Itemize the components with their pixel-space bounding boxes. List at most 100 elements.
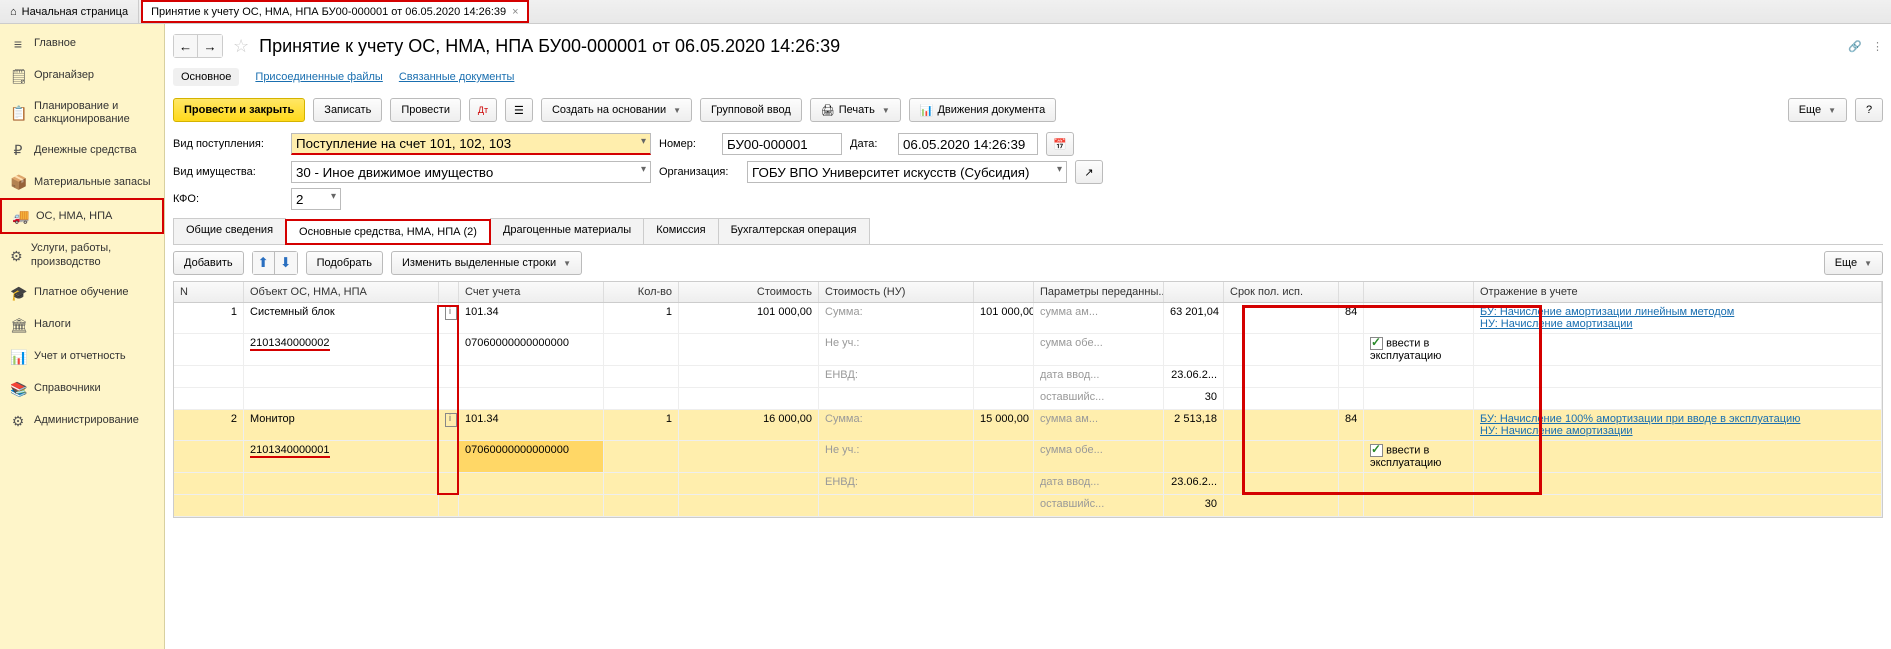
- org-field[interactable]: [747, 161, 1067, 183]
- property-type-field[interactable]: [291, 161, 651, 183]
- tab-bookop[interactable]: Бухгалтерская операция: [718, 218, 870, 244]
- cell: [1164, 441, 1224, 472]
- kfo-field[interactable]: [291, 188, 341, 210]
- page-title: Принятие к учету ОС, НМА, НПА БУ00-00000…: [259, 36, 840, 57]
- cell: [604, 495, 679, 516]
- nav-money[interactable]: ₽Денежные средства: [0, 134, 164, 166]
- nav-main[interactable]: ≡Главное: [0, 28, 164, 60]
- move-down-button[interactable]: ⬇: [275, 252, 297, 274]
- col-params-val[interactable]: [1164, 282, 1224, 302]
- more-icon[interactable]: ⋮: [1872, 40, 1883, 53]
- tab-commission[interactable]: Комиссия: [643, 218, 718, 244]
- nav-reports[interactable]: 📊Учет и отчетность: [0, 341, 164, 373]
- org-open-button[interactable]: ↗: [1075, 160, 1103, 184]
- favorite-icon[interactable]: ☆: [233, 36, 249, 57]
- tab-home[interactable]: ⌂ Начальная страница: [0, 0, 139, 23]
- group-input-button[interactable]: Групповой ввод: [700, 98, 802, 122]
- col-costnu-val[interactable]: [974, 282, 1034, 302]
- cell: [974, 441, 1034, 472]
- col-params[interactable]: Параметры переданны...: [1034, 282, 1164, 302]
- tab-os-nma-npa[interactable]: Основные средства, НМА, НПА (2): [285, 219, 491, 245]
- print-button[interactable]: 🖨Печать▼: [810, 98, 901, 122]
- inner-tabbar: Общие сведения Основные средства, НМА, Н…: [173, 218, 1883, 245]
- table-row[interactable]: ЕНВД:дата ввод...23.06.2...: [174, 366, 1882, 388]
- dtkt-button[interactable]: Дт: [469, 98, 497, 122]
- post-button[interactable]: Провести: [390, 98, 461, 122]
- nav-services[interactable]: ⚙Услуги, работы, производство: [0, 234, 164, 276]
- col-object[interactable]: Объект ОС, НМА, НПА: [244, 282, 439, 302]
- move-up-button[interactable]: ⬆: [253, 252, 275, 274]
- table-row[interactable]: 210134000000207060000000000000Не уч.:сум…: [174, 334, 1882, 366]
- subnav-linked[interactable]: Связанные документы: [399, 71, 515, 83]
- col-srok[interactable]: Срок пол. исп.: [1224, 282, 1339, 302]
- card-icon[interactable]: [445, 306, 457, 320]
- col-card[interactable]: [439, 282, 459, 302]
- date-field[interactable]: [898, 133, 1038, 155]
- cell: ЕНВД:: [819, 366, 974, 387]
- nav-organizer[interactable]: 🗒Органайзер: [0, 60, 164, 92]
- forward-button[interactable]: →: [198, 35, 222, 57]
- nav-materials[interactable]: 📦Материальные запасы: [0, 166, 164, 198]
- col-account[interactable]: Счет учета: [459, 282, 604, 302]
- cell: сумма обе...: [1034, 441, 1164, 472]
- tab-precious[interactable]: Драгоценные материалы: [490, 218, 644, 244]
- tab-document[interactable]: Принятие к учету ОС, НМА, НПА БУ00-00000…: [141, 0, 529, 23]
- receipt-type-field[interactable]: [291, 133, 651, 155]
- more-button[interactable]: Еще▼: [1788, 98, 1847, 122]
- cell: [1339, 473, 1364, 494]
- col-inservice[interactable]: [1364, 282, 1474, 302]
- add-button[interactable]: Добавить: [173, 251, 244, 275]
- subnav-main[interactable]: Основное: [173, 68, 239, 86]
- create-from-button[interactable]: Создать на основании▼: [541, 98, 692, 122]
- reflection-link[interactable]: НУ: Начисление амортизации: [1480, 318, 1633, 330]
- tab-general[interactable]: Общие сведения: [173, 218, 286, 244]
- nav-taxes[interactable]: 🏛Налоги: [0, 309, 164, 341]
- table-row[interactable]: оставшийс...30: [174, 495, 1882, 517]
- col-reflection[interactable]: Отражение в учете: [1474, 282, 1882, 302]
- col-costnu[interactable]: Стоимость (НУ): [819, 282, 974, 302]
- nav-os-nma-npa[interactable]: 🚚ОС, НМА, НПА: [0, 198, 164, 234]
- reflection-link[interactable]: БУ: Начисление амортизации линейным мето…: [1480, 306, 1734, 318]
- in-service-checkbox[interactable]: [1370, 444, 1383, 457]
- cell: [459, 388, 604, 409]
- table-row[interactable]: ЕНВД:дата ввод...23.06.2...: [174, 473, 1882, 495]
- help-button[interactable]: ?: [1855, 98, 1883, 122]
- nav-directories[interactable]: 📚Справочники: [0, 373, 164, 405]
- col-srok-val[interactable]: [1339, 282, 1364, 302]
- reflection-link[interactable]: НУ: Начисление амортизации: [1480, 425, 1633, 437]
- nav-planning[interactable]: 📋Планирование и санкционирование: [0, 92, 164, 134]
- col-n[interactable]: N: [174, 282, 244, 302]
- number-field[interactable]: [722, 133, 842, 155]
- col-qty[interactable]: Кол-во: [604, 282, 679, 302]
- post-close-button[interactable]: Провести и закрыть: [173, 98, 305, 122]
- structure-button[interactable]: ☰: [505, 98, 533, 122]
- table-row[interactable]: оставшийс...30: [174, 388, 1882, 410]
- back-button[interactable]: ←: [174, 35, 198, 57]
- write-button[interactable]: Записать: [313, 98, 382, 122]
- pick-button[interactable]: Подобрать: [306, 251, 383, 275]
- nav-label: Справочники: [34, 382, 101, 395]
- card-icon[interactable]: [445, 413, 457, 427]
- table-row[interactable]: 1Системный блок101.341101 000,00Сумма:10…: [174, 303, 1882, 334]
- link-icon[interactable]: 🔗: [1848, 40, 1862, 53]
- subnav-files[interactable]: Присоединенные файлы: [255, 71, 382, 83]
- cell: [1339, 495, 1364, 516]
- in-service-checkbox[interactable]: [1370, 337, 1383, 350]
- cell: [974, 334, 1034, 365]
- movements-button[interactable]: 📊Движения документа: [909, 98, 1057, 122]
- nav-education[interactable]: 🎓Платное обучение: [0, 277, 164, 309]
- nav-admin[interactable]: ⚙Администрирование: [0, 405, 164, 437]
- reflection-link[interactable]: БУ: Начисление 100% амортизации при ввод…: [1480, 413, 1800, 425]
- table-row[interactable]: 210134000000107060000000000000Не уч.:сум…: [174, 441, 1882, 473]
- cell: 23.06.2...: [1164, 473, 1224, 494]
- table-more-button[interactable]: Еще▼: [1824, 251, 1883, 275]
- tab-close-icon[interactable]: ×: [512, 6, 518, 18]
- cell: [679, 495, 819, 516]
- calendar-button[interactable]: [1046, 132, 1074, 156]
- property-type-label: Вид имущества:: [173, 166, 283, 178]
- table-row[interactable]: 2Монитор101.34116 000,00Сумма:15 000,00с…: [174, 410, 1882, 441]
- bank-icon: 🏛: [10, 317, 26, 333]
- cell: [679, 441, 819, 472]
- col-cost[interactable]: Стоимость: [679, 282, 819, 302]
- edit-rows-button[interactable]: Изменить выделенные строки▼: [391, 251, 582, 275]
